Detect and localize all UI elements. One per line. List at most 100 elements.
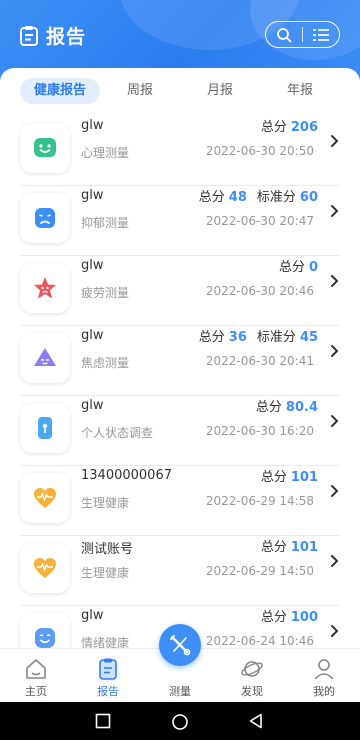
score-label: 总分 (255, 400, 282, 415)
happy-face-icon (35, 628, 55, 648)
report-row[interactable]: glw 个人状态调查 总分 80.4 2022-06-30 16:20 (20, 396, 340, 466)
profile-icon (314, 659, 334, 680)
chevron-right-icon (331, 415, 339, 427)
score-label: 总分 (260, 610, 287, 625)
report-scores: 总分 36 标准分 45 (199, 326, 318, 345)
discover-icon (241, 661, 263, 677)
chevron-right-icon (331, 625, 339, 637)
filter-button[interactable] (303, 22, 339, 47)
tab-yearly[interactable]: 年报 (270, 78, 330, 104)
content-sheet: 健康报告 周报 月报 年报 glw 心理测量 总分 206 2022-06-30 … (0, 68, 360, 648)
report-icon (99, 658, 117, 680)
chevron-right-icon (331, 345, 339, 357)
report-tabs: 健康报告 周报 月报 年报 (0, 78, 360, 104)
report-date: 2022-06-30 20:41 (205, 354, 314, 368)
chevron-right-icon (331, 275, 339, 287)
search-button[interactable] (266, 22, 302, 47)
report-date: 2022-06-30 20:47 (205, 214, 314, 228)
report-date: 2022-06-24 10:46 (205, 634, 314, 648)
home-icon (26, 659, 46, 679)
report-row[interactable]: glw 疲劳测量 总分 0 2022-06-30 20:46 (20, 256, 340, 326)
report-type-avatar (20, 263, 70, 313)
survey-icon (38, 417, 52, 439)
report-person-name: 13400000067 (81, 468, 172, 483)
home-circle-icon[interactable] (171, 713, 189, 731)
report-row[interactable]: glw 焦虑测量 总分 36 标准分 45 2022-06-30 20:41 (20, 326, 340, 396)
report-type-avatar (20, 333, 70, 383)
report-type: 焦虑测量 (81, 356, 130, 370)
measure-fab-button[interactable] (159, 624, 201, 666)
report-type-avatar (20, 403, 70, 453)
nav-profile[interactable]: 我的 (288, 649, 360, 703)
chevron-right-icon (331, 205, 339, 217)
report-date: 2022-06-29 14:50 (205, 564, 314, 578)
nav-label: 测量 (169, 685, 191, 698)
score-value: 100 (290, 610, 318, 625)
score-value: 101 (290, 470, 318, 485)
system-nav-bar (0, 702, 360, 740)
report-person-name: glw (81, 118, 104, 133)
standard-score-value: 60 (299, 190, 318, 205)
heart-pulse-icon (34, 488, 56, 508)
report-type-avatar (20, 543, 70, 593)
report-row[interactable]: glw 心理测量 总分 206 2022-06-30 20:50 (20, 116, 340, 186)
report-scores: 总分 101 (261, 536, 318, 555)
tab-health-report[interactable]: 健康报告 (20, 78, 100, 104)
report-scores: 总分 80.4 (256, 396, 318, 415)
report-date: 2022-06-30 20:46 (205, 284, 314, 298)
report-scores: 总分 101 (261, 466, 318, 485)
sad-face-icon (35, 208, 55, 228)
score-value: 0 (308, 260, 318, 275)
report-person-name: glw (81, 328, 104, 343)
back-triangle-icon[interactable] (248, 713, 264, 729)
report-scores: 总分 100 (261, 606, 318, 625)
report-person-name: glw (81, 398, 104, 413)
tab-monthly[interactable]: 月报 (190, 78, 250, 104)
report-type: 心理测量 (81, 146, 130, 160)
report-type-avatar (20, 613, 70, 648)
report-type: 疲劳测量 (81, 286, 130, 300)
score-label: 总分 (198, 190, 225, 205)
score-value: 48 (228, 190, 247, 205)
score-label: 总分 (260, 120, 287, 135)
tab-weekly[interactable]: 周报 (110, 78, 170, 104)
page-title-wrap: 报告 (18, 22, 86, 49)
standard-score-label: 标准分 (256, 190, 296, 205)
chevron-right-icon (331, 485, 339, 497)
score-value: 101 (290, 540, 318, 555)
score-label: 总分 (260, 540, 287, 555)
page-title: 报告 (46, 26, 87, 48)
heart-pulse-icon (34, 558, 56, 578)
report-row[interactable]: glw 抑郁测量 总分 48 标准分 60 2022-06-30 20:47 (20, 186, 340, 256)
header-actions (265, 21, 340, 48)
nav-label: 报告 (97, 685, 119, 698)
standard-score-label: 标准分 (256, 330, 296, 345)
standard-score-value: 45 (299, 330, 318, 345)
star-icon (34, 277, 56, 299)
report-type-avatar (20, 473, 70, 523)
report-row[interactable]: 13400000067 生理健康 总分 101 2022-06-29 14:58 (20, 466, 340, 536)
score-label: 总分 (260, 470, 287, 485)
report-person-name: 测试账号 (81, 542, 134, 557)
report-date: 2022-06-30 16:20 (205, 424, 314, 438)
chevron-right-icon (331, 555, 339, 567)
report-row[interactable]: 测试账号 生理健康 总分 101 2022-06-29 14:50 (20, 536, 340, 606)
search-icon (277, 27, 292, 42)
nav-report[interactable]: 报告 (72, 649, 144, 703)
nav-home[interactable]: 主页 (0, 649, 72, 703)
chevron-right-icon (331, 135, 339, 147)
nav-label: 发现 (241, 685, 263, 698)
nav-discover[interactable]: 发现 (216, 649, 288, 703)
recent-apps-icon[interactable] (95, 713, 111, 729)
smile-icon (34, 138, 56, 157)
nav-label: 主页 (25, 685, 47, 698)
report-type: 个人状态调查 (81, 426, 154, 440)
score-label: 总分 (278, 260, 305, 275)
report-scores: 总分 48 标准分 60 (199, 186, 318, 205)
report-date: 2022-06-29 14:58 (205, 494, 314, 508)
clipboard-icon (20, 25, 38, 46)
report-date: 2022-06-30 20:50 (205, 144, 314, 158)
report-person-name: glw (81, 188, 104, 203)
report-type-avatar (20, 123, 70, 173)
score-value: 80.4 (285, 400, 318, 415)
